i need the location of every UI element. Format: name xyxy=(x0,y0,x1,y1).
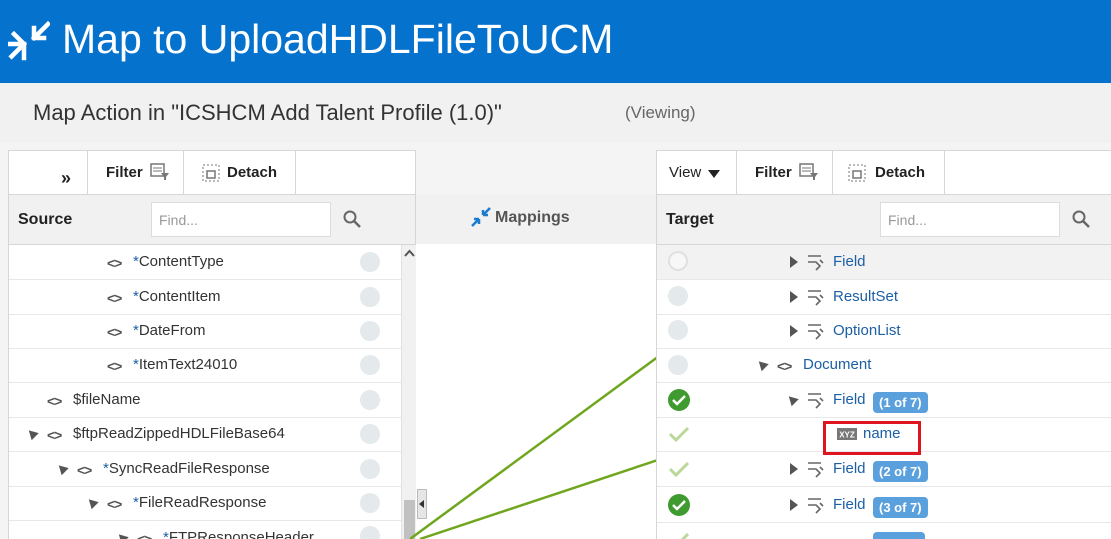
occurrence-badge: (2 of 7) xyxy=(873,461,928,482)
mapped-check-icon xyxy=(671,532,689,539)
repeating-element-icon xyxy=(808,462,824,478)
mapped-check-icon xyxy=(668,389,690,411)
target-tree-row[interactable]: Field xyxy=(657,245,1111,280)
target-tree-row[interactable]: Field (2 of 7) xyxy=(657,452,1111,487)
target-tree-row[interactable]: ResultSet xyxy=(657,280,1111,315)
expand-arrow-icon[interactable] xyxy=(790,463,798,475)
target-tree-row[interactable]: Field (1 of 7) xyxy=(657,383,1111,418)
expand-arrow-icon[interactable] xyxy=(790,256,798,268)
caret-down-icon xyxy=(708,170,720,178)
target-heading: Target xyxy=(666,211,714,228)
filter-label: Filter xyxy=(755,164,792,181)
target-header: Target xyxy=(657,195,1111,245)
mapping-status-icon xyxy=(668,286,688,306)
mapping-status-icon xyxy=(668,355,688,375)
collapse-arrow-icon[interactable] xyxy=(755,357,769,372)
element-icon: <> xyxy=(777,358,792,374)
mapping-status-icon xyxy=(668,251,688,271)
mapped-check-icon xyxy=(668,494,690,516)
target-detach-button[interactable]: Detach xyxy=(833,151,945,195)
view-label: View xyxy=(669,164,702,181)
target-toolbar: View Filter Detach xyxy=(657,151,1111,195)
target-find-input[interactable] xyxy=(880,202,1060,237)
repeating-element-icon xyxy=(808,498,824,514)
target-tree-row[interactable]: <> Document xyxy=(657,348,1111,383)
expand-arrow-icon[interactable] xyxy=(790,291,798,303)
target-tree-row[interactable] xyxy=(657,523,1111,539)
node-label: OptionList xyxy=(833,322,901,339)
mapping-line[interactable] xyxy=(419,454,671,539)
node-label: ResultSet xyxy=(833,288,899,305)
target-tree-row[interactable]: Field (3 of 7) xyxy=(657,488,1111,523)
repeating-element-icon xyxy=(808,324,824,340)
detach-label: Detach xyxy=(875,164,926,181)
repeating-element-icon xyxy=(808,255,824,271)
target-tree-row[interactable]: OptionList xyxy=(657,314,1111,349)
node-label: Field xyxy=(833,460,866,477)
mapping-line[interactable] xyxy=(409,346,671,539)
collapse-arrow-icon[interactable] xyxy=(785,392,799,407)
mapping-status-icon xyxy=(668,320,688,340)
node-label: Field xyxy=(833,496,866,513)
view-menu-button[interactable]: View xyxy=(657,151,737,195)
target-panel: View Filter Detach Target Find... Field … xyxy=(656,150,1111,539)
repeating-element-icon xyxy=(808,290,824,306)
expand-arrow-icon[interactable] xyxy=(790,325,798,337)
detach-icon xyxy=(848,164,866,182)
node-label: Document xyxy=(803,356,872,373)
node-label: Field xyxy=(833,253,866,270)
selection-highlight xyxy=(823,421,921,455)
repeating-element-icon xyxy=(808,393,824,409)
expand-arrow-icon[interactable] xyxy=(790,499,798,511)
target-filter-button[interactable]: Filter xyxy=(737,151,833,195)
mapped-check-icon xyxy=(669,426,689,442)
occurrence-badge: (1 of 7) xyxy=(873,392,928,413)
search-icon[interactable] xyxy=(1072,210,1090,228)
node-label: Field xyxy=(833,391,866,408)
occurrence-badge: (3 of 7) xyxy=(873,497,928,518)
occurrence-badge xyxy=(873,532,925,539)
filter-icon xyxy=(799,163,818,180)
mapped-check-icon xyxy=(669,461,689,477)
